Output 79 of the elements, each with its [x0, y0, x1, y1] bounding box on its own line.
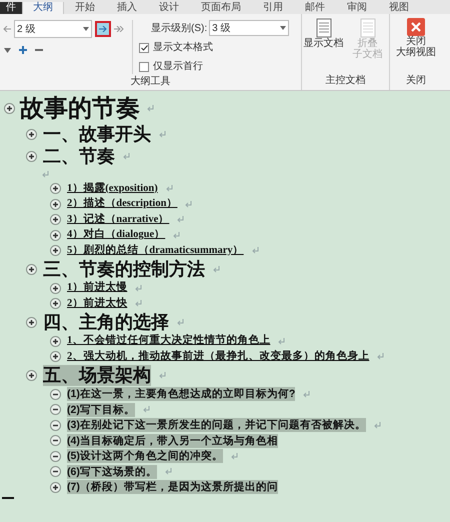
outline-item: (2)写下目标。 — [67, 402, 135, 417]
expand-icon[interactable] — [50, 214, 61, 226]
collapse-icon[interactable] — [50, 466, 61, 478]
close-outline-button[interactable]: 关闭 大纲视图 — [390, 14, 442, 73]
outline-heading: 故事的节奏 — [20, 94, 140, 122]
expand-icon[interactable] — [50, 183, 61, 194]
checkbox-label: 仅显示首行 — [153, 60, 203, 74]
outline-item: 3）记述（narrative） — [67, 212, 170, 227]
expand-icon[interactable] — [26, 264, 37, 275]
ribbon-tab[interactable]: 审阅 — [336, 2, 378, 14]
outline-item: (3)在别处记下这一景所发生的问题，并记下问题有否被解决。 — [67, 418, 366, 432]
expand-icon[interactable] — [50, 482, 61, 493]
outline-item: 1）揭露(exposition) — [67, 182, 158, 196]
double-arrow-icon[interactable] — [114, 26, 124, 32]
expand-icon[interactable] — [4, 103, 15, 114]
collapse-icon[interactable] — [50, 404, 61, 416]
close-icon — [407, 18, 425, 36]
ribbon-tab[interactable]: 设计 — [148, 2, 190, 14]
outline-heading: 一、故事开头 — [43, 124, 151, 144]
expand-icon[interactable] — [50, 336, 61, 347]
show-level-label: 显示级别(S): — [150, 22, 208, 36]
outline-item: 1）前进太慢 — [67, 281, 128, 296]
expand-icon[interactable] — [50, 198, 61, 210]
expand-icon[interactable] — [50, 351, 61, 362]
dropdown-caret-icon — [280, 26, 286, 30]
outline-heading: 三、节奏的控制方法 — [43, 259, 205, 280]
outline-item: 4）对白（dialogue） — [67, 228, 166, 242]
expand-icon[interactable] — [50, 245, 61, 256]
end-of-document-mark — [2, 497, 14, 499]
ribbon-button[interactable]: 显示文档 — [304, 18, 344, 73]
expand-icon[interactable] — [26, 317, 37, 328]
outline-item: (5)设计这两个角色之间的冲突。 — [67, 449, 223, 464]
document-icon — [316, 18, 332, 38]
outline-level-dropdown[interactable]: 2 级 — [14, 20, 92, 38]
checkbox-label: 显示文本格式 — [153, 40, 213, 55]
ribbon-tab[interactable]: 插入 — [106, 2, 148, 14]
show-level-dropdown[interactable]: 3 级 — [209, 20, 290, 36]
dropdown-caret-icon — [83, 27, 89, 31]
outline-heading: 二、节奏 — [43, 146, 115, 166]
right-arrow-icon — [99, 26, 107, 32]
ribbon-tab[interactable]: 大纲 — [22, 2, 64, 14]
ribbon-tab[interactable]: 页面布局 — [190, 2, 252, 14]
outline-item: 2）描述（description） — [67, 197, 178, 212]
ribbon-tab[interactable]: 邮件 — [294, 2, 336, 14]
ribbon-tab[interactable]: 开始 — [64, 2, 106, 14]
outline-item: 5）剧烈的总结（dramaticsummary） — [67, 244, 244, 258]
minus-icon[interactable] — [35, 46, 43, 54]
outline-item: 2、强大动机，推动故事前进（最挣扎、改变最多）的角色身上 — [67, 350, 370, 364]
outline-item: 2）前进太快 — [67, 296, 128, 311]
expand-icon[interactable] — [50, 230, 61, 241]
down-triangle-icon[interactable] — [4, 48, 11, 52]
outline-heading: 四、主角的选择 — [43, 312, 169, 333]
expand-icon[interactable] — [50, 282, 61, 294]
plus-icon[interactable] — [19, 46, 27, 54]
outline-item: 1、不会错过任何重大决定性情节的角色上 — [67, 334, 270, 348]
outline-item: (7)（桥段）带写栏，是因为这景所提出的问 — [67, 480, 278, 494]
expand-icon[interactable] — [26, 128, 37, 140]
collapse-icon[interactable] — [50, 420, 61, 431]
document-icon — [360, 18, 376, 38]
collapse-icon[interactable] — [50, 388, 61, 400]
group-label: 主控文档 — [326, 74, 366, 88]
ribbon-tab[interactable]: 引用 — [252, 2, 294, 14]
collapse-icon[interactable] — [50, 435, 61, 446]
outline-item: (1)在这一景，主要角色想达成的立即目标为何? — [67, 387, 296, 402]
left-arrow-icon[interactable] — [3, 26, 11, 32]
group-label: 关闭 — [406, 74, 426, 88]
expand-icon[interactable] — [26, 370, 37, 381]
checkbox[interactable] — [139, 62, 149, 72]
checkbox[interactable] — [139, 42, 149, 52]
group-label: 大纲工具 — [130, 74, 170, 89]
outline-item: (4)当目标确定后，带入另一个立场与角色相 — [67, 434, 278, 448]
outline-heading: 五、场景架构 — [43, 365, 151, 386]
outline-item: (6)写下这场景的。 — [67, 464, 157, 479]
ribbon-tab[interactable]: 件 — [0, 2, 22, 14]
expand-icon[interactable] — [26, 150, 37, 162]
expand-icon[interactable] — [50, 298, 61, 310]
demote-button[interactable] — [95, 21, 111, 37]
collapse-icon[interactable] — [50, 450, 61, 462]
ribbon-tab[interactable]: 视图 — [378, 2, 420, 14]
